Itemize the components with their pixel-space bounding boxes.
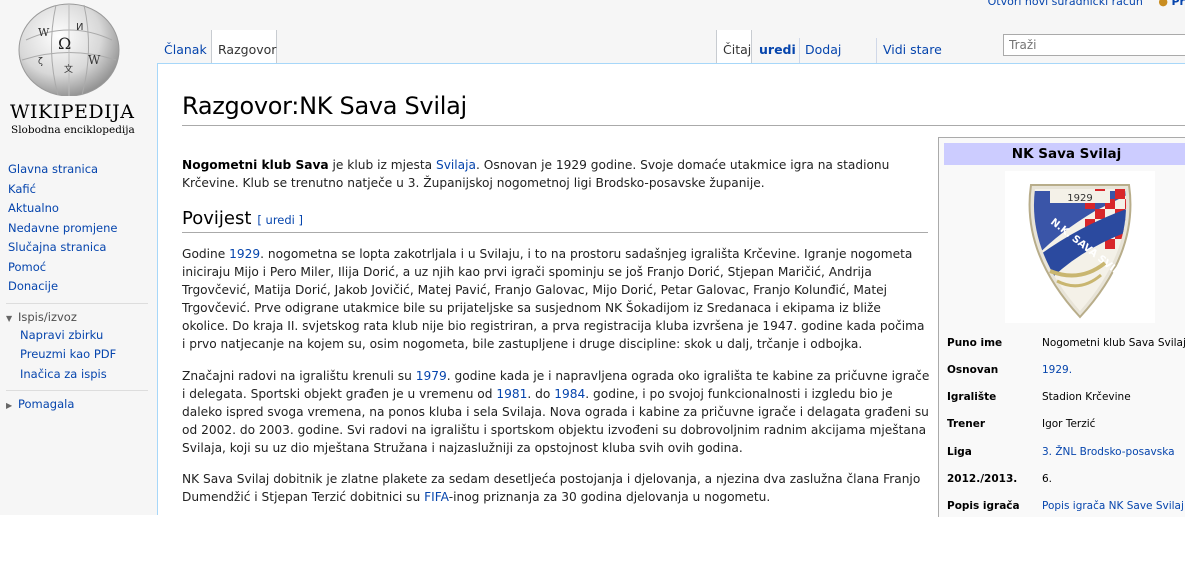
print-export-label: Ispis/izvoz <box>18 309 77 324</box>
sidebar-item-download-pdf[interactable]: Preuzmi kao PDF <box>0 345 158 365</box>
infobox-row-founded: Osnovan 1929. <box>947 361 1185 379</box>
sidebar-divider <box>6 390 148 391</box>
infobox-title: NK Sava Svilaj <box>944 143 1185 165</box>
login-link[interactable]: Pr <box>1172 0 1185 8</box>
heading-underline <box>182 232 928 233</box>
create-account-link[interactable]: Otvori novi suradnički račun <box>988 0 1143 8</box>
triangle-down-icon: ▼ <box>6 313 13 323</box>
club-crest[interactable]: 1929 N.K. SAVA SVILAJ <box>1005 171 1155 323</box>
personal-tools: Otvori novi suradnički račun ● Pr <box>988 0 1185 8</box>
club-name-bold: Nogometni klub Sava <box>182 158 329 172</box>
sidebar-item-current[interactable]: Aktualno <box>0 199 158 219</box>
section-heading-history: Povijest [ uredi ] <box>182 208 303 229</box>
title-underline <box>182 125 1185 126</box>
tab-talk[interactable]: Razgovor <box>211 30 277 64</box>
content-area: Razgovor:NK Sava Svilaj Nogometni klub S… <box>157 63 1185 517</box>
puzzle-globe-icon: Ω W И W 文 ζ <box>18 3 120 96</box>
infobox-row-coach: Trener Igor Terzić <box>947 415 1185 433</box>
infobox-row-season: 2012./2013. 6. <box>947 470 1185 488</box>
row-label: Liga <box>947 446 972 458</box>
text: Godine <box>182 247 230 261</box>
infobox-row-full-name: Puno ime Nogometni klub Sava Svilaj <box>947 334 1185 352</box>
svg-text:W: W <box>38 26 50 39</box>
svg-text:W: W <box>88 53 101 67</box>
infobox: NK Sava Svilaj 1929 N.K. SAVA SVILAJ Pun… <box>938 137 1185 517</box>
sidebar-item-help[interactable]: Pomoć <box>0 258 158 278</box>
history-paragraph-2: Značajni radovi na igralištu krenuli su … <box>182 367 930 457</box>
row-label: Puno ime <box>947 337 1003 349</box>
row-label: Popis igrača <box>947 500 1020 512</box>
section-edit-link[interactable]: [ uredi ] <box>257 213 303 227</box>
sidebar-item-donations[interactable]: Donacije <box>0 277 158 297</box>
text: -inog priznanja za 30 godina djelovanja … <box>448 490 771 504</box>
link-svilaja[interactable]: Svilaja <box>436 158 476 172</box>
tab-history[interactable]: Vidi stare izmjene <box>877 30 994 97</box>
wikipedia-logo[interactable]: Ω W И W 文 ζ WIKIPEDIJA Slobodna enciklop… <box>0 0 158 150</box>
user-icon: ● <box>1158 0 1168 8</box>
svg-text:Ω: Ω <box>58 34 71 53</box>
sidebar-item-recent-changes[interactable]: Nedavne promjene <box>0 219 158 239</box>
club-crest-image: 1929 N.K. SAVA SVILAJ <box>1028 184 1132 319</box>
link-1979[interactable]: 1979 <box>416 369 447 383</box>
row-label: Osnovan <box>947 364 999 376</box>
tagline: Slobodna enciklopedija <box>11 124 135 136</box>
edit-label[interactable]: [ uredi ] <box>257 213 303 227</box>
row-label: 2012./2013. <box>947 473 1018 485</box>
text: Značajni radovi na igralištu krenuli su <box>182 369 416 383</box>
infobox-row-ground: Igralište Stadion Krčevine <box>947 388 1185 406</box>
link-1981[interactable]: 1981 <box>496 387 527 401</box>
sidebar-item-main-page[interactable]: Glavna stranica <box>0 160 158 180</box>
svg-text:И: И <box>76 22 83 33</box>
text: je klub iz mjesta <box>328 158 436 172</box>
sidebar-item-cafe[interactable]: Kafić <box>0 180 158 200</box>
text: . nogometna se lopta zakotrljala i u Svi… <box>182 247 925 351</box>
link-1929[interactable]: 1929 <box>229 247 260 261</box>
row-value: Igor Terzić <box>1042 418 1096 430</box>
link-1984[interactable]: 1984 <box>554 387 585 401</box>
tab-read[interactable]: Čitaj <box>716 30 752 64</box>
tab-add-topic[interactable]: Dodaj temu <box>799 30 876 97</box>
print-export-toggle[interactable]: ▼ Ispis/izvoz <box>0 308 158 326</box>
page-title: Razgovor:NK Sava Svilaj <box>182 92 467 120</box>
crest-year: 1929 <box>1067 193 1092 204</box>
row-value-link[interactable]: 3. ŽNL Brodsko-posavska <box>1042 443 1175 461</box>
tab-edit[interactable]: uredi <box>753 30 799 64</box>
intro-paragraph: Nogometni klub Sava je klub iz mjesta Sv… <box>182 156 930 192</box>
sidebar: Glavna stranica Kafić Aktualno Nedavne p… <box>0 160 158 413</box>
row-value: Nogometni klub Sava Svilaj <box>1042 337 1185 349</box>
infobox-row-squad: Popis igrača Popis igrača NK Save Svilaj <box>947 497 1185 515</box>
row-value-link[interactable]: 1929. <box>1042 361 1072 379</box>
row-label: Igralište <box>947 391 997 403</box>
sidebar-divider <box>6 302 148 304</box>
svg-text:文: 文 <box>64 63 73 75</box>
row-label: Trener <box>947 418 986 430</box>
row-value: Stadion Krčevine <box>1042 391 1131 403</box>
link-fifa[interactable]: FIFA <box>424 490 449 504</box>
history-paragraph-3: NK Sava Svilaj dobitnik je zlatne plaket… <box>182 470 930 506</box>
row-value-link[interactable]: Popis igrača NK Save Svilaj <box>1042 497 1184 515</box>
wordmark: WIKIPEDIJA <box>10 101 135 123</box>
svg-text:ζ: ζ <box>38 57 43 67</box>
triangle-right-icon: ▶ <box>6 401 13 410</box>
infobox-row-league: Liga 3. ŽNL Brodsko-posavska <box>947 443 1185 461</box>
history-paragraph-1: Godine 1929. nogometna se lopta zakotrlj… <box>182 245 930 353</box>
sidebar-item-random[interactable]: Slučajna stranica <box>0 238 158 258</box>
tools-label: Pomagala <box>18 397 75 411</box>
sidebar-item-create-book[interactable]: Napravi zbirku <box>0 326 158 346</box>
row-value: 6. <box>1042 473 1053 485</box>
text: . do <box>527 387 555 401</box>
tab-article[interactable]: Članak <box>158 30 210 64</box>
sidebar-item-printable[interactable]: Inačica za ispis <box>0 365 158 385</box>
search-input[interactable] <box>1003 34 1185 56</box>
tools-toggle[interactable]: ▶ Pomagala <box>0 395 158 413</box>
page-bottom-blank <box>0 515 1185 586</box>
heading-text: Povijest <box>182 208 252 229</box>
